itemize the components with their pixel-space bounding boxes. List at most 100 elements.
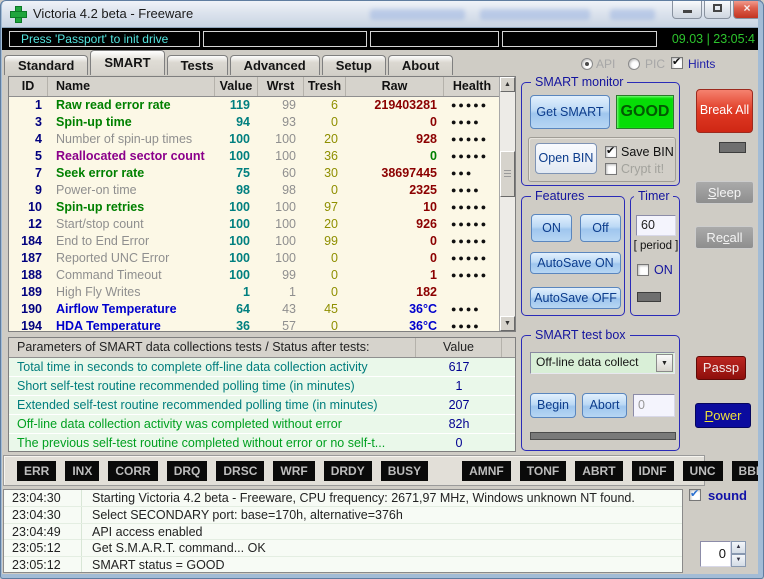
title-bar: Victoria 4.2 beta - Freeware × [0,0,764,28]
tab-advanced[interactable]: Advanced [230,55,320,75]
cell-id: 194 [9,318,48,332]
save-bin-checkbox[interactable]: ✔ [605,146,617,158]
spinner-up-button[interactable]: ▲ [731,541,746,554]
tab-standard[interactable]: Standard [4,55,88,75]
status-bar: Press 'Passport' to init drive 09.03 | 2… [2,28,758,50]
cell-wrst: 57 [258,318,304,332]
health-dots [444,284,501,301]
cell-raw: 0 [346,148,444,165]
spinner-down-button[interactable]: ▼ [731,554,746,567]
pic-radio[interactable] [628,58,640,70]
params-row[interactable]: Total time in seconds to complete off-li… [9,358,515,377]
table-row[interactable]: 189High Fly Writes110182 [9,284,515,301]
params-row[interactable]: Off-line data collection activity was co… [9,415,515,434]
power-button[interactable]: Power [695,403,751,428]
timer-period-input[interactable]: 60 [636,215,676,236]
sleep-button[interactable]: Sleep [695,181,754,204]
autosave-on-button[interactable]: AutoSave ON [530,252,621,274]
cell-name: High Fly Writes [48,284,215,301]
background-window-artifact [370,9,465,20]
passport-button[interactable]: Passp [696,356,746,380]
log-time: 23:04:30 [4,490,82,506]
chevron-down-icon[interactable]: ▼ [656,354,673,372]
table-row[interactable]: 187Reported UNC Error10010000●●●●● [9,250,515,267]
cell-raw: 0 [346,114,444,131]
arrow-up-icon: ▲ [504,81,511,88]
window-title: Victoria 4.2 beta - Freeware [33,6,193,21]
clock: 09.03 | 23:05:4 [672,32,755,46]
flag-busy: BUSY [381,461,428,481]
get-smart-button[interactable]: Get SMART [530,95,610,129]
table-row[interactable]: 9Power-on time989802325●●●● [9,182,515,199]
timer-on-label: ON [654,263,673,277]
table-row[interactable]: 5Reallocated sector count100100360●●●●● [9,148,515,165]
params-row[interactable]: Short self-test routine recommended poll… [9,377,515,396]
crypt-checkbox[interactable] [605,163,617,175]
test-type-select[interactable]: Off-line data collect ▼ [530,352,675,374]
cell-id: 190 [9,301,48,318]
table-row[interactable]: 188Command Timeout1009901●●●●● [9,267,515,284]
table-row[interactable]: 12Start/stop count10010020926●●●●● [9,216,515,233]
features-off-button[interactable]: Off [580,214,621,242]
param-stub [502,434,516,452]
log-row: 23:05:12Get S.M.A.R.T. command... OK [4,540,682,557]
open-bin-button[interactable]: Open BIN [535,143,597,174]
test-counter-input[interactable]: 0 [633,394,675,417]
cell-wrst: 99 [258,97,304,114]
cell-tresh: 0 [304,114,346,131]
autosave-off-button[interactable]: AutoSave OFF [530,287,621,309]
cell-tresh: 97 [304,199,346,216]
scroll-up-button[interactable]: ▲ [500,77,515,92]
scroll-down-button[interactable]: ▼ [500,316,515,331]
api-radio[interactable] [581,58,593,70]
cell-tresh: 99 [304,233,346,250]
vertical-scrollbar[interactable]: ▲ ▼ [499,77,515,331]
scroll-thumb[interactable] [500,151,515,197]
hints-checkbox[interactable]: ✔ [671,57,683,69]
param-stub [502,415,516,433]
params-row[interactable]: The previous self-test routine completed… [9,434,515,452]
table-row[interactable]: 3Spin-up time949300●●●● [9,114,515,131]
flag-tonf: TONF [520,461,566,481]
minimize-button[interactable] [672,0,702,19]
features-on-button[interactable]: ON [531,214,572,242]
close-icon: × [743,1,750,15]
table-row[interactable]: 190Airflow Temperature64434536°C●●●● [9,301,515,318]
recall-button[interactable]: Recall [695,226,754,249]
begin-button[interactable]: Begin [530,393,576,418]
cell-wrst: 100 [258,199,304,216]
cell-value: 36 [215,318,258,332]
cell-value: 94 [215,114,258,131]
flags-group-2: AMNFTONFABRTIDNFUNCBBK [462,461,764,481]
smart-test-box-title: SMART test box [531,328,630,342]
tab-about[interactable]: About [388,55,454,75]
flag-unc: UNC [683,461,723,481]
cell-tresh: 20 [304,216,346,233]
abort-button[interactable]: Abort [582,393,627,418]
table-row[interactable]: 184End to End Error100100990●●●●● [9,233,515,250]
params-row[interactable]: Extended self-test routine recommended p… [9,396,515,415]
health-dots: ●●●●● [444,250,501,267]
cell-wrst: 43 [258,301,304,318]
cell-id: 7 [9,165,48,182]
table-row[interactable]: 4Number of spin-up times10010020928●●●●● [9,131,515,148]
timer-on-checkbox[interactable] [637,264,649,276]
tab-tests[interactable]: Tests [167,55,228,75]
cell-id: 12 [9,216,48,233]
spinner-value[interactable]: 0 [700,541,731,567]
flag-inx: INX [65,461,99,481]
tab-setup[interactable]: Setup [322,55,386,75]
cell-raw: 219403281 [346,97,444,114]
app-window: Victoria 4.2 beta - Freeware × Press 'Pa… [0,0,764,579]
health-dots: ●●●●● [444,131,501,148]
table-row[interactable]: 10Spin-up retries1001009710●●●●● [9,199,515,216]
table-row[interactable]: 1Raw read error rate119996219403281●●●●● [9,97,515,114]
sound-checkbox[interactable]: ✔ [689,489,701,501]
maximize-button[interactable] [704,0,731,19]
break-all-button[interactable]: Break All [696,89,753,133]
pic-radio-label: PIC [645,57,665,71]
tab-smart[interactable]: SMART [90,50,164,75]
table-row[interactable]: 7Seek error rate75603038697445●●● [9,165,515,182]
close-button[interactable]: × [733,0,761,19]
table-row[interactable]: 194HDA Temperature3657036°C●●●● [9,318,515,332]
